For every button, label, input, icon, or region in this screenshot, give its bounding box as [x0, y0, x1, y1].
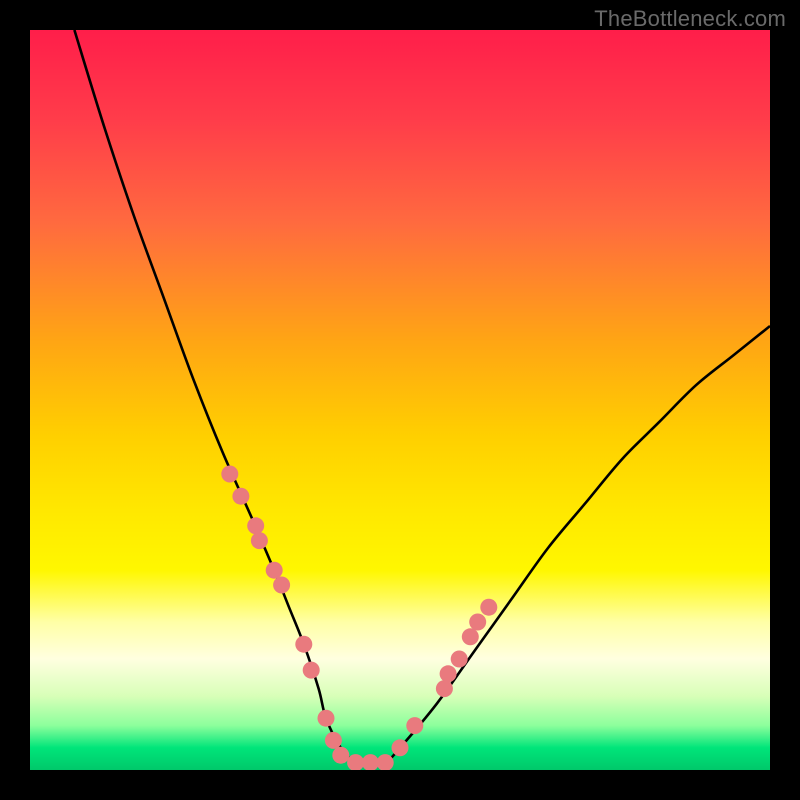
data-point-marker — [451, 651, 468, 668]
data-point-marker — [440, 665, 457, 682]
plot-area — [30, 30, 770, 770]
data-point-marker — [392, 739, 409, 756]
right-branch-markers — [347, 599, 497, 770]
data-point-marker — [406, 717, 423, 734]
curve-layer — [30, 30, 770, 770]
data-point-marker — [221, 466, 238, 483]
data-point-marker — [232, 488, 249, 505]
data-point-marker — [462, 628, 479, 645]
data-point-marker — [347, 754, 364, 770]
data-point-marker — [436, 680, 453, 697]
data-point-marker — [247, 517, 264, 534]
data-point-marker — [266, 562, 283, 579]
data-point-marker — [251, 532, 268, 549]
data-point-marker — [295, 636, 312, 653]
data-point-marker — [332, 747, 349, 764]
watermark-text: TheBottleneck.com — [594, 6, 786, 32]
data-point-marker — [303, 662, 320, 679]
left-branch-markers — [221, 466, 349, 764]
bottleneck-curve — [74, 30, 770, 764]
data-point-marker — [480, 599, 497, 616]
data-point-marker — [325, 732, 342, 749]
data-point-marker — [318, 710, 335, 727]
data-point-marker — [362, 754, 379, 770]
data-point-marker — [469, 614, 486, 631]
data-point-marker — [273, 577, 290, 594]
